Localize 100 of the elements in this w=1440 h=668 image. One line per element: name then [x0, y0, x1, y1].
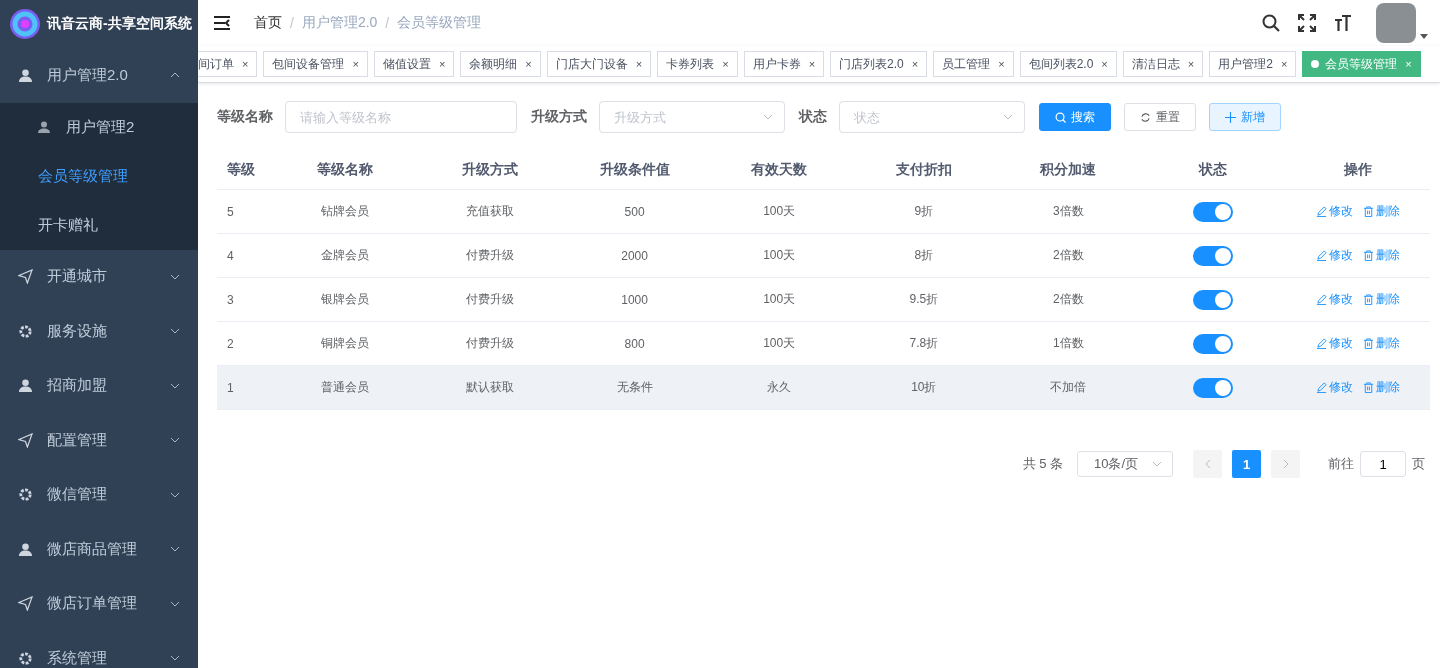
menu-item-icon [18, 67, 33, 83]
menu-icon[interactable] [214, 16, 230, 30]
table-cell: 不加倍 [1050, 379, 1087, 396]
page-tab[interactable]: 卡券列表 × [657, 51, 738, 77]
menu-item-icon [18, 487, 33, 503]
page-tab[interactable]: 清洁日志 × [1122, 51, 1204, 77]
chevron-icon [170, 491, 180, 498]
goto-label: 前往 [1328, 455, 1354, 473]
trash-icon [1362, 338, 1374, 349]
trash-icon [1362, 382, 1374, 393]
tab-close-button[interactable]: × [1280, 58, 1288, 70]
tab-close-button[interactable]: × [242, 58, 249, 70]
menu-item[interactable]: 系统管理 [0, 631, 198, 668]
reset-button[interactable]: 重置 [1124, 103, 1196, 131]
table-cell: 500 [624, 204, 645, 219]
table-cell: 1倍数 [1053, 335, 1084, 352]
search-icon [1055, 111, 1066, 123]
select-field[interactable]: 状态 [839, 101, 1025, 133]
menu-item-icon [18, 378, 33, 394]
table-cell: 金牌会员 [321, 247, 370, 264]
goto-page-field[interactable]: 1 [1360, 451, 1406, 477]
breadcrumb-separator: / [385, 15, 390, 31]
tab-close-button[interactable]: × [1101, 58, 1108, 70]
table-cell: 9折 [914, 203, 934, 220]
input-field[interactable]: 请输入等级名称 [285, 101, 517, 133]
pencil-icon [1315, 382, 1327, 393]
tab-close-button[interactable]: × [352, 58, 359, 70]
menu-item[interactable]: 微信管理 [0, 467, 198, 522]
breadcrumb-separator: / [290, 15, 294, 31]
table-cell: 10折 [911, 379, 937, 396]
menu-item[interactable]: 用户管理2.0 [0, 48, 198, 103]
avatar-placeholder[interactable] [1376, 3, 1416, 43]
menu-item[interactable]: 开通城市 [0, 249, 198, 304]
fullscreen-icon[interactable] [1298, 14, 1316, 32]
table-cell: 7.8折 [909, 335, 939, 352]
table-cell: 无条件 [616, 379, 653, 396]
page-tab[interactable]: 用户管理2 × [1209, 51, 1297, 77]
page-tab[interactable]: 门店列表2.0 × [830, 51, 928, 77]
page-tab[interactable]: 门店大门设备 × [546, 51, 652, 77]
submenu-item[interactable]: 会员等级管理 [0, 151, 198, 201]
page-tab[interactable]: 储值设置 × [373, 51, 455, 77]
breadcrumb-text: 会员等级管理 [397, 14, 482, 32]
app-title: 讯音云商-共享空间系统 [47, 15, 192, 33]
menu-item[interactable]: 微店订单管理 [0, 576, 198, 631]
breadcrumb-link[interactable]: 首页 [254, 14, 282, 32]
toggle-switch[interactable] [1193, 333, 1234, 354]
submenu-item[interactable]: 用户管理2 [0, 102, 198, 152]
filter-label: 升级方式 [531, 108, 587, 126]
table-cell: 100天 [763, 335, 796, 352]
menu-item[interactable]: 配置管理 [0, 413, 198, 468]
table-cell: 8折 [914, 247, 934, 264]
table-cell: 9.5折 [909, 291, 939, 308]
column-header: 积分加速 [1040, 161, 1097, 179]
menu-item-icon [18, 269, 33, 285]
pencil-icon [1315, 206, 1327, 217]
toggle-switch[interactable] [1193, 245, 1234, 266]
tab-close-button[interactable]: × [635, 58, 643, 70]
tab-close-button[interactable]: × [911, 58, 919, 70]
tab-close-button[interactable]: × [998, 58, 1005, 70]
table-cell: 1000 [621, 292, 648, 307]
caret-icon[interactable] [1420, 33, 1428, 39]
font-size-icon[interactable] [1334, 14, 1352, 32]
menu-item[interactable]: 招商加盟 [0, 358, 198, 413]
toggle-switch[interactable] [1193, 201, 1234, 222]
page-tab[interactable]: 用户卡券 × [743, 51, 825, 77]
column-header: 状态 [1199, 161, 1228, 179]
tab-close-button[interactable]: × [808, 58, 816, 70]
chevron-icon [170, 546, 180, 553]
plus-icon [1225, 111, 1236, 123]
page-tab[interactable]: 余额明细 × [460, 51, 541, 77]
toggle-switch[interactable] [1193, 289, 1234, 310]
chevron-down-icon [763, 114, 773, 120]
page-tab[interactable]: 员工管理 × [933, 51, 1014, 77]
tab-close-button[interactable]: × [1187, 58, 1195, 70]
table-cell: 5 [227, 204, 234, 219]
page-tab[interactable]: 包间设备管理 × [263, 51, 368, 77]
select-field[interactable]: 升级方式 [599, 101, 785, 133]
column-header: 等级 [227, 161, 255, 179]
page-tab[interactable]: 包间列表2.0 × [1019, 51, 1117, 77]
tab-close-button[interactable]: × [438, 58, 446, 70]
table-cell: 普通会员 [321, 379, 370, 396]
menu-item[interactable]: 服务设施 [0, 304, 198, 359]
table-cell: 100天 [763, 291, 796, 308]
table-cell: 4 [227, 248, 234, 263]
toggle-switch[interactable] [1193, 377, 1234, 398]
table-cell: 2倍数 [1053, 247, 1084, 264]
page-tab[interactable]: 间订单 × [198, 51, 258, 77]
search-icon[interactable] [1262, 14, 1280, 32]
page-size-select[interactable]: 10条/页 [1077, 451, 1173, 477]
logo-icon [9, 8, 41, 40]
column-header: 升级方式 [461, 161, 518, 179]
chevron-down-icon [1152, 461, 1162, 467]
menu-item[interactable]: 微店商品管理 [0, 522, 198, 577]
tab-close-button[interactable]: × [722, 58, 729, 70]
submenu-item[interactable]: 开卡赠礼 [0, 200, 198, 250]
menu-item-icon [18, 323, 33, 339]
chevron-left-icon [1204, 459, 1211, 469]
table-cell: 3 [227, 292, 234, 307]
tab-close-button[interactable]: × [525, 58, 532, 70]
column-header: 等级名称 [317, 161, 374, 179]
